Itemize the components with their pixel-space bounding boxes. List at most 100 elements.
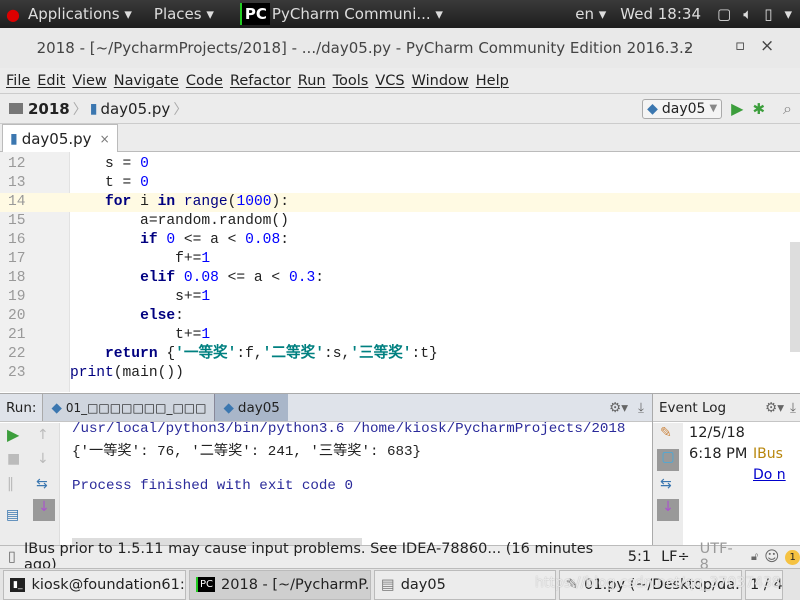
up-icon[interactable]: ↑ [37, 427, 49, 443]
redhat-icon: ● [6, 4, 20, 24]
task-text-editor[interactable]: ✎ 01.py (~/Desktop/da... [559, 569, 742, 600]
active-app-menu[interactable]: PyCharm Communi... ▾ [272, 5, 443, 23]
applications-menu[interactable]: Applications ▾ [28, 5, 132, 23]
code-token: 0 [166, 232, 176, 248]
menu-navigate[interactable]: Navigate [114, 73, 179, 89]
menu-help[interactable]: Help [476, 73, 509, 89]
hide-panel-icon[interactable]: ⤓ [790, 400, 796, 416]
hide-panel-icon[interactable]: ⤓ [638, 400, 644, 416]
battery-icon[interactable]: ▯ [764, 5, 772, 23]
code-token: :t} [411, 346, 438, 362]
lock-icon[interactable]: 🔓︎ [751, 550, 758, 564]
code-token: '二等奖' [262, 346, 324, 362]
code-line[interactable]: 21 t+=1 [0, 326, 800, 345]
close-button[interactable]: × [760, 36, 774, 56]
run-tab-01[interactable]: ◆ 01_□□□□□□□_□□□ [42, 394, 215, 421]
menu-window[interactable]: Window [412, 73, 469, 89]
breadcrumb-project[interactable]: 2018 [28, 100, 70, 118]
inspector-icon[interactable]: ☺ [764, 549, 779, 565]
notifications-badge[interactable]: 1 [785, 549, 800, 565]
code-token: : [175, 308, 184, 324]
menu-edit[interactable]: Edit [37, 73, 65, 89]
python-icon: ◆ [51, 399, 62, 416]
code-line[interactable]: 15 a=random.random() [0, 212, 800, 231]
down-icon[interactable]: ↓ [37, 451, 49, 467]
run-panel: Run: ◆ 01_□□□□□□□_□□□ ◆ day05 ⚙▾ ⤓ ▶ ■ ‖… [0, 393, 652, 546]
menu-bar: File Edit View Navigate Code Refactor Run Tools… [0, 68, 800, 93]
window-title-bar: 2018 - [~/PycharmProjects/2018] - .../da… [0, 28, 800, 68]
minimize-button[interactable]: - [685, 38, 690, 56]
code-line[interactable]: 16 if 0 <= a < 0.08: [0, 231, 800, 250]
task-file-manager[interactable]: ▤ day05 [374, 569, 556, 600]
python-file-icon: ▮ [10, 130, 18, 147]
menu-tools[interactable]: Tools [333, 73, 369, 89]
menu-code[interactable]: Code [186, 73, 223, 89]
soft-wrap-icon[interactable]: ⇆ [36, 476, 48, 492]
settings-gear-icon[interactable]: ⚙▾ [609, 400, 628, 416]
stop-icon[interactable]: ■ [7, 451, 20, 467]
workspace-indicator[interactable]: 1 / 4 [745, 569, 783, 600]
code-token: for [105, 194, 132, 210]
task-pycharm[interactable]: PC 2018 - [~/PycharmP... [189, 569, 371, 600]
run-tab-day05[interactable]: ◆ day05 [214, 394, 288, 421]
run-icon[interactable]: ▶ [731, 99, 743, 118]
breadcrumb-file[interactable]: day05.py [100, 100, 170, 118]
debug-icon[interactable]: ✱ [752, 100, 765, 118]
code-token: 1 [201, 327, 211, 343]
run-config-dropdown[interactable]: ◆ day05 ▼ [642, 98, 723, 119]
code-token: 0.3 [288, 270, 316, 286]
pause-icon[interactable]: ‖ [7, 476, 14, 492]
code-text: f+=1 [70, 250, 210, 269]
code-line[interactable]: 20 else: [0, 307, 800, 326]
event-log-header: Event Log ⚙▾ ⤓ [653, 394, 800, 422]
tab-day05-py[interactable]: ▮ day05.py × [2, 124, 118, 152]
code-token: (main()) [113, 365, 184, 381]
code-editor[interactable]: 11 f = 012 s = 013 t = 014 for i in rang… [0, 152, 800, 392]
menu-refactor[interactable]: Refactor [230, 73, 291, 89]
caret-position[interactable]: 5:1 [628, 549, 651, 565]
code-token: print [70, 365, 114, 381]
scroll-to-end-icon[interactable]: ↓ [33, 499, 55, 521]
folder-icon [9, 103, 23, 114]
search-icon[interactable]: ⌕ [783, 99, 792, 119]
code-token: 0.08 [245, 232, 281, 248]
maximize-button[interactable]: ▫ [735, 36, 745, 54]
menu-view[interactable]: View [72, 73, 106, 89]
rerun-icon[interactable]: ▶ [7, 425, 19, 444]
code-line[interactable]: 23 print(main()) [0, 364, 800, 383]
code-line[interactable]: 13 t = 0 [0, 174, 800, 193]
scroll-to-end-icon[interactable]: ↓ [657, 499, 679, 521]
code-line[interactable]: 12 s = 0 [0, 155, 800, 174]
layout-icon[interactable]: ▤ [6, 507, 19, 523]
panel-toggle-icon[interactable]: ▯ [8, 549, 16, 565]
system-menu-chevron-icon[interactable]: ▾ [784, 5, 792, 23]
language-menu[interactable]: en ▾ [575, 5, 606, 23]
line-separator[interactable]: LF÷ [661, 549, 690, 565]
status-bar: ▯ IBus prior to 1.5.11 may cause input p… [0, 541, 800, 573]
clock[interactable]: Wed 18:34 [620, 5, 701, 23]
balloon-icon[interactable]: ▢ [657, 449, 679, 471]
line-number: 14 [8, 194, 26, 210]
python-icon: ◆ [223, 399, 234, 416]
event-link[interactable]: Do n [753, 467, 786, 483]
code-line[interactable]: 14 for i in range(1000): [0, 193, 800, 212]
places-menu[interactable]: Places ▾ [154, 5, 214, 23]
volume-icon[interactable]: 🔈︎ [743, 5, 752, 23]
code-token: else [140, 308, 176, 324]
settings-gear-icon[interactable]: ⚙▾ [765, 400, 784, 416]
task-terminal[interactable]: ▮_ kiosk@foundation61:... [3, 569, 186, 600]
editor-scrollbar[interactable] [790, 242, 800, 352]
menu-vcs[interactable]: VCS [375, 73, 404, 89]
code-line[interactable]: 19 s+=1 [0, 288, 800, 307]
code-line[interactable]: 22 return {'一等奖':f,'二等奖':s,'三等奖':t} [0, 345, 800, 364]
display-icon[interactable]: ▢ [717, 5, 731, 23]
soft-wrap-icon[interactable]: ⇆ [660, 476, 672, 492]
code-line[interactable]: 17 f+=1 [0, 250, 800, 269]
code-line[interactable]: 18 elif 0.08 <= a < 0.3: [0, 269, 800, 288]
wrench-icon[interactable]: ✎ [660, 425, 672, 441]
close-tab-icon[interactable]: × [100, 132, 110, 146]
menu-file[interactable]: File [6, 73, 30, 89]
menu-run[interactable]: Run [298, 73, 326, 89]
